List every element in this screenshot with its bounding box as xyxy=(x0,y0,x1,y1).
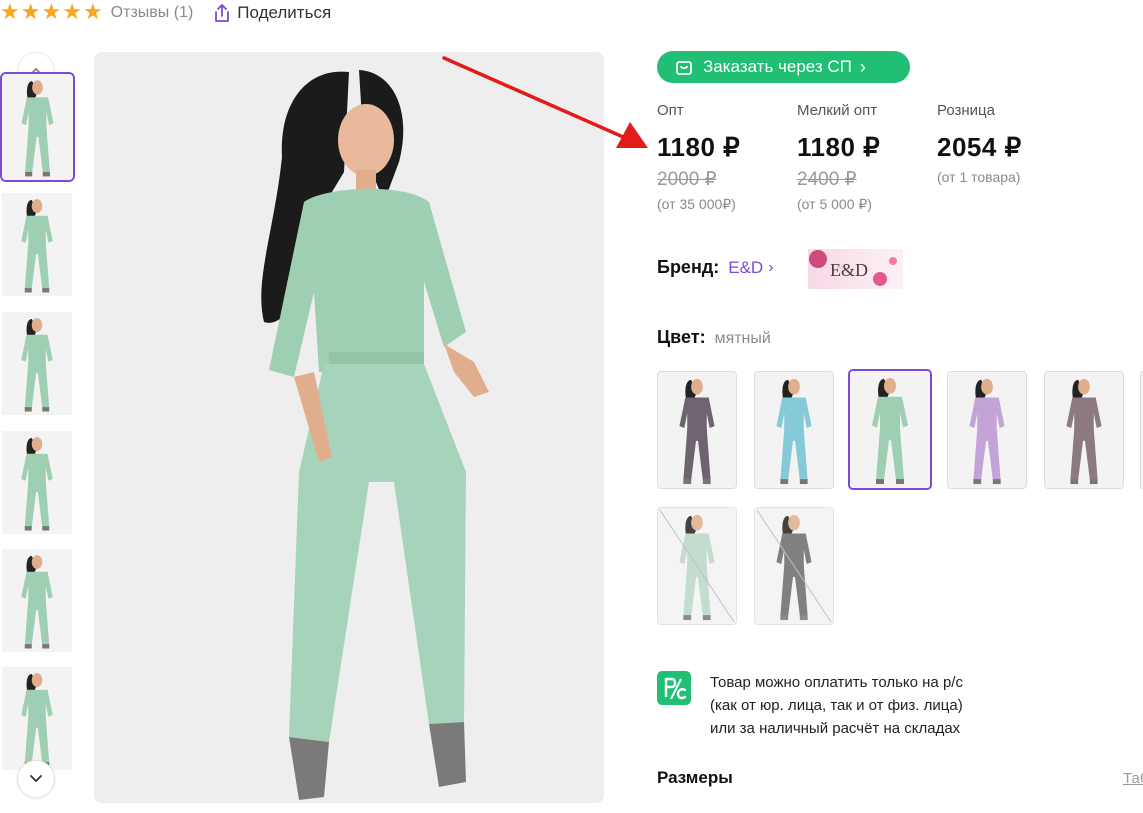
thumbnail-6[interactable] xyxy=(2,667,72,770)
color-swatch-2[interactable] xyxy=(754,371,834,489)
size-table-link[interactable]: Таб xyxy=(1123,770,1143,787)
star-icon: ★ xyxy=(82,0,103,25)
model-image xyxy=(850,371,930,488)
share-button[interactable]: Поделиться xyxy=(213,3,331,23)
brand-row: Бренд: E&D › xyxy=(657,257,774,278)
chevron-right-icon: › xyxy=(859,56,866,77)
thumbnail-strip xyxy=(0,52,76,812)
star-icon: ★ xyxy=(41,0,62,25)
annotation-arrow xyxy=(442,56,648,148)
model-image xyxy=(755,372,833,488)
model-image xyxy=(2,74,73,180)
price-condition: (от 35 000₽) xyxy=(657,196,736,212)
color-swatch-1[interactable] xyxy=(657,371,737,489)
share-label: Поделиться xyxy=(237,3,332,22)
payment-line: Товар можно оплатить только на р/с xyxy=(710,674,963,691)
chevron-right-icon: › xyxy=(768,258,774,276)
color-swatch-7[interactable] xyxy=(754,507,834,625)
thumbnail-4[interactable] xyxy=(2,431,72,534)
price-column-wholesale: Опт 1180 ₽ 2000 ₽ (от 35 000₽) xyxy=(657,102,797,213)
color-swatch-3[interactable] xyxy=(848,369,932,490)
product-photo-model xyxy=(94,52,604,803)
model-image xyxy=(2,312,72,415)
price-condition: (от 5 000 ₽) xyxy=(797,196,872,212)
color-swatch-5[interactable] xyxy=(1044,371,1124,489)
price-value: 1180 ₽ xyxy=(657,132,741,162)
brand-logo-image: E&D xyxy=(808,249,903,289)
model-image xyxy=(948,372,1026,488)
model-image xyxy=(2,193,72,296)
old-price: 2000 ₽ xyxy=(657,169,717,190)
model-image xyxy=(755,508,833,624)
main-product-photo[interactable] xyxy=(94,52,604,803)
thumbnail-1[interactable] xyxy=(0,72,75,182)
payment-line: или за наличный расчёт на складах xyxy=(710,720,961,737)
model-image xyxy=(1045,372,1123,488)
rs-icon xyxy=(664,677,687,700)
price-value: 1180 ₽ xyxy=(797,132,881,162)
model-image xyxy=(2,549,72,652)
model-image xyxy=(658,508,736,624)
brand-link[interactable]: E&D xyxy=(728,258,763,278)
price-label: Розница xyxy=(937,102,995,119)
order-button-label: Заказать через СП xyxy=(703,57,852,76)
color-swatch-6[interactable] xyxy=(657,507,737,625)
star-icon: ★ xyxy=(20,0,41,25)
star-icon: ★ xyxy=(62,0,82,25)
color-label: Цвет: xyxy=(657,327,706,347)
price-label: Мелкий опт xyxy=(797,102,878,119)
chevron-down-icon xyxy=(30,775,42,783)
price-column-retail: Розница 2054 ₽ (от 1 товара) xyxy=(937,102,1077,185)
bag-icon xyxy=(676,61,692,75)
payment-notice: Товар можно оплатить только на р/с (как … xyxy=(710,671,1040,740)
thumbnail-5[interactable] xyxy=(2,549,72,652)
brand-logo[interactable]: E&D xyxy=(808,249,903,289)
brand-label: Бренд: xyxy=(657,257,720,277)
share-icon xyxy=(215,4,230,22)
model-image xyxy=(658,372,736,488)
rating-row: ★ ★ ★ ★ ★ Отзывы (1) Поделиться xyxy=(0,0,331,26)
old-price: 2400 ₽ xyxy=(797,169,857,190)
thumbnails-down-button[interactable] xyxy=(17,760,55,798)
model-image xyxy=(2,431,72,534)
price-column-small-wholesale: Мелкий опт 1180 ₽ 2400 ₽ (от 5 000 ₽) xyxy=(797,102,937,213)
price-condition: (от 1 товара) xyxy=(937,169,1021,185)
payment-line: (как от юр. лица, так и от физ. лица) xyxy=(710,697,963,714)
price-value: 2054 ₽ xyxy=(937,132,1022,162)
order-via-sp-button[interactable]: Заказать через СП › xyxy=(657,51,910,83)
payment-account-icon xyxy=(657,671,691,705)
star-icon: ★ xyxy=(0,0,20,25)
thumbnail-2[interactable] xyxy=(2,193,72,296)
color-row: Цвет: мятный xyxy=(657,327,771,348)
model-image xyxy=(2,667,72,770)
color-swatch-4[interactable] xyxy=(947,371,1027,489)
rating-stars[interactable]: ★ ★ ★ ★ ★ xyxy=(0,2,103,24)
reviews-link[interactable]: Отзывы (1) xyxy=(111,4,194,22)
svg-text:E&D: E&D xyxy=(830,260,868,280)
color-value: мятный xyxy=(714,330,771,347)
price-label: Опт xyxy=(657,102,684,119)
sizes-heading: Размеры xyxy=(657,768,733,787)
thumbnail-3[interactable] xyxy=(2,312,72,415)
